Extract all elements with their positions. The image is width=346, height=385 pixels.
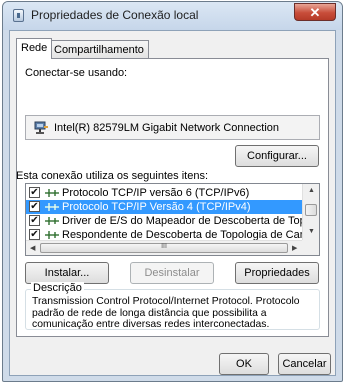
vertical-scroll-thumb[interactable] <box>305 204 317 216</box>
properties-window: Propriedades de Conexão local ✕ Rede Com… <box>2 1 343 382</box>
list-item[interactable]: ✔ Respondente de Descoberta de Topologia… <box>26 228 302 240</box>
scrollbar-corner <box>302 240 319 255</box>
network-adapter-icon <box>34 121 48 134</box>
tab-panel-rede: Conectar-se usando: Intel(R) 82579LM Gig… <box>16 58 329 337</box>
list-item-text: Protocolo TCP/IP versão 6 (TCP/IPv6) <box>62 187 250 199</box>
network-properties-icon <box>13 9 24 22</box>
description-legend: Descrição <box>31 282 84 294</box>
install-button[interactable]: Instalar... <box>25 262 109 284</box>
list-item-selected[interactable]: ✔ Protocolo TCP/IP Versão 4 (TCP/IPv4) <box>26 200 302 214</box>
list-item[interactable]: ✔ Driver de E/S do Mapeador de Descobert… <box>26 214 302 228</box>
description-text: Transmission Control Protocol/Internet P… <box>32 296 300 330</box>
list-item-text: Protocolo TCP/IP Versão 4 (TCP/IPv4) <box>62 201 251 213</box>
scroll-down-icon[interactable]: ▼ <box>308 228 315 235</box>
uninstall-button[interactable]: Desinstalar <box>130 262 214 284</box>
items-label: Esta conexão utiliza os seguintes itens: <box>16 170 209 182</box>
list-item[interactable]: ✔ Protocolo TCP/IP versão 6 (TCP/IPv6) <box>26 186 302 200</box>
properties-button[interactable]: Propriedades <box>235 262 319 284</box>
list-item-text: Respondente de Descoberta de Topologia d… <box>62 229 302 240</box>
checkbox[interactable]: ✔ <box>29 229 40 240</box>
close-button[interactable]: ✕ <box>294 3 336 21</box>
network-protocol-icon <box>45 217 59 225</box>
ok-button[interactable]: OK <box>219 353 269 375</box>
network-protocol-icon <box>45 189 59 197</box>
scroll-up-icon[interactable]: ▲ <box>308 187 315 194</box>
scroll-right-icon[interactable]: ▶ <box>292 244 297 252</box>
dialog-body: Rede Compartilhamento Conectar-se usando… <box>9 30 336 376</box>
adapter-field: Intel(R) 82579LM Gigabit Network Connect… <box>25 115 320 140</box>
network-protocol-icon <box>45 203 59 211</box>
window-title: Propriedades de Conexão local <box>31 8 199 22</box>
scroll-left-icon[interactable]: ◀ <box>30 244 35 252</box>
horizontal-scrollbar[interactable]: ◀ III ▶ <box>26 240 302 255</box>
description-group: Descrição Transmission Control Protocol/… <box>25 282 320 330</box>
network-protocol-icon <box>45 231 59 239</box>
adapter-name: Intel(R) 82579LM Gigabit Network Connect… <box>54 122 280 134</box>
configure-button[interactable]: Configurar... <box>235 145 319 167</box>
checkbox[interactable]: ✔ <box>29 187 40 198</box>
components-list[interactable]: ✔ Protocolo TCP/IP versão 6 (TCP/IPv6) ✔ <box>25 183 320 256</box>
list-item-text: Driver de E/S do Mapeador de Descoberta … <box>62 215 302 227</box>
vertical-scrollbar[interactable]: ▲ ▼ <box>302 184 319 240</box>
connect-using-label: Conectar-se usando: <box>25 67 128 79</box>
tab-compartilhamento[interactable]: Compartilhamento <box>49 40 149 59</box>
horizontal-scroll-thumb[interactable]: III <box>40 243 288 253</box>
checkbox[interactable]: ✔ <box>29 201 40 212</box>
title-bar[interactable]: Propriedades de Conexão local ✕ <box>3 2 342 30</box>
tab-rede[interactable]: Rede <box>16 38 53 59</box>
checkbox[interactable]: ✔ <box>29 215 40 226</box>
cancel-button[interactable]: Cancelar <box>278 353 331 375</box>
